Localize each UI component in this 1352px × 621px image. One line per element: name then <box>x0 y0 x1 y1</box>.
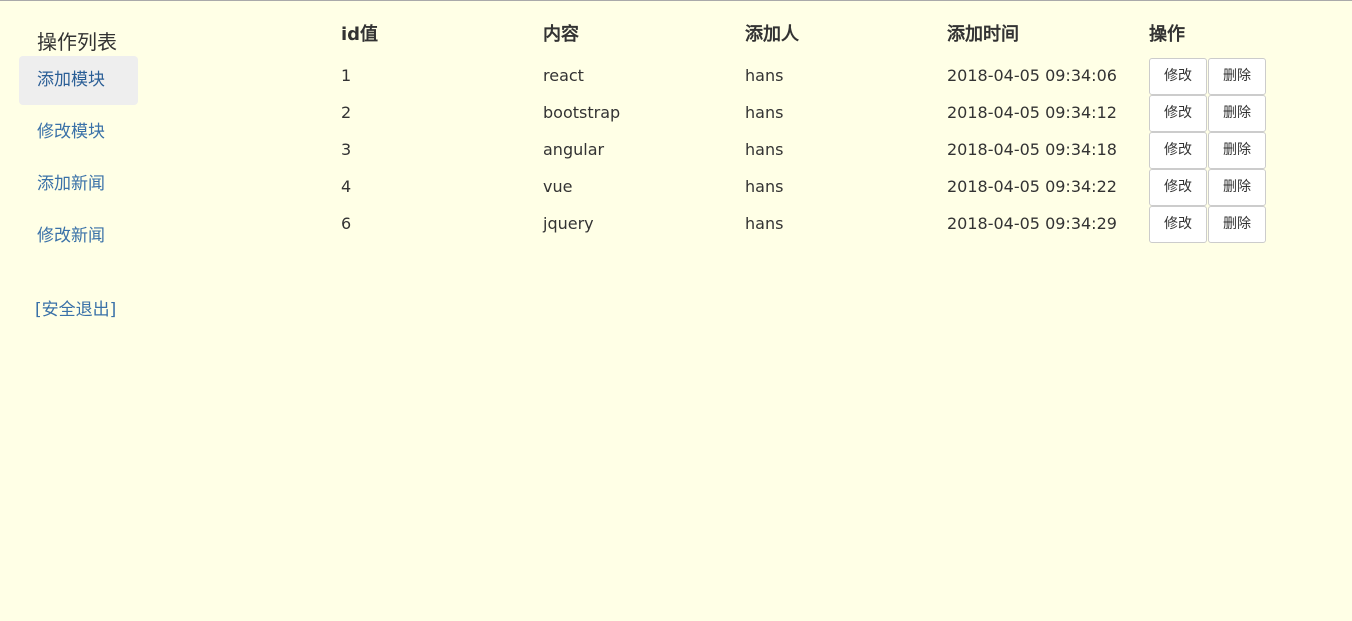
delete-button[interactable]: 删除 <box>1208 169 1266 206</box>
cell-actions: 修改 删除 <box>1149 132 1289 169</box>
cell-author: hans <box>745 214 784 233</box>
edit-button[interactable]: 修改 <box>1149 206 1207 243</box>
sidebar-item-edit-module[interactable]: 修改模块 <box>19 108 138 157</box>
table-row: 3 angular hans 2018-04-05 09:34:18 修改 删除 <box>341 132 1289 169</box>
edit-button[interactable]: 修改 <box>1149 132 1207 169</box>
table-row: 4 vue hans 2018-04-05 09:34:22 修改 删除 <box>341 169 1289 206</box>
cell-time: 2018-04-05 09:34:29 <box>947 214 1117 233</box>
header-time: 添加时间 <box>947 24 1019 45</box>
sidebar-title: 操作列表 <box>37 30 117 54</box>
cell-time: 2018-04-05 09:34:22 <box>947 177 1117 196</box>
sidebar-item-edit-news[interactable]: 修改新闻 <box>19 212 138 261</box>
cell-id: 4 <box>341 177 352 196</box>
cell-content: react <box>543 66 584 85</box>
table-row: 6 jquery hans 2018-04-05 09:34:29 修改 删除 <box>341 206 1289 243</box>
edit-button[interactable]: 修改 <box>1149 169 1207 206</box>
header-author: 添加人 <box>745 24 799 45</box>
table-header-row: id值 内容 添加人 添加时间 操作 <box>341 22 1289 58</box>
module-table: id值 内容 添加人 添加时间 操作 1 react hans 2018-04-… <box>341 22 1289 243</box>
sidebar-item-add-news[interactable]: 添加新闻 <box>19 160 138 209</box>
cell-id: 2 <box>341 103 352 122</box>
sidebar-nav: 添加模块 修改模块 添加新闻 修改新闻 <box>19 56 179 261</box>
cell-author: hans <box>745 103 784 122</box>
cell-id: 6 <box>341 214 352 233</box>
table-row: 1 react hans 2018-04-05 09:34:06 修改 删除 <box>341 58 1289 95</box>
header-actions: 操作 <box>1149 24 1185 45</box>
cell-author: hans <box>745 140 784 159</box>
cell-actions: 修改 删除 <box>1149 169 1289 206</box>
cell-actions: 修改 删除 <box>1149 58 1289 95</box>
top-border <box>0 0 1352 1</box>
cell-time: 2018-04-05 09:34:12 <box>947 103 1117 122</box>
logout-link[interactable]: [安全退出] <box>19 298 116 322</box>
sidebar: 操作列表 添加模块 修改模块 添加新闻 修改新闻 [安全退出] <box>19 28 179 322</box>
delete-button[interactable]: 删除 <box>1208 58 1266 95</box>
cell-content: bootstrap <box>543 103 621 122</box>
edit-button[interactable]: 修改 <box>1149 95 1207 132</box>
cell-content: angular <box>543 140 605 159</box>
sidebar-item-add-module[interactable]: 添加模块 <box>19 56 138 105</box>
cell-actions: 修改 删除 <box>1149 206 1289 243</box>
cell-id: 3 <box>341 140 352 159</box>
cell-author: hans <box>745 177 784 196</box>
header-id: id值 <box>341 24 379 45</box>
delete-button[interactable]: 删除 <box>1208 132 1266 169</box>
cell-content: vue <box>543 177 573 196</box>
cell-time: 2018-04-05 09:34:06 <box>947 66 1117 85</box>
cell-time: 2018-04-05 09:34:18 <box>947 140 1117 159</box>
cell-author: hans <box>745 66 784 85</box>
edit-button[interactable]: 修改 <box>1149 58 1207 95</box>
header-content: 内容 <box>543 24 579 45</box>
cell-actions: 修改 删除 <box>1149 95 1289 132</box>
delete-button[interactable]: 删除 <box>1208 206 1266 243</box>
cell-id: 1 <box>341 66 352 85</box>
table-row: 2 bootstrap hans 2018-04-05 09:34:12 修改删… <box>341 95 1289 132</box>
cell-content: jquery <box>543 214 594 233</box>
delete-button[interactable]: 删除 <box>1208 95 1266 132</box>
